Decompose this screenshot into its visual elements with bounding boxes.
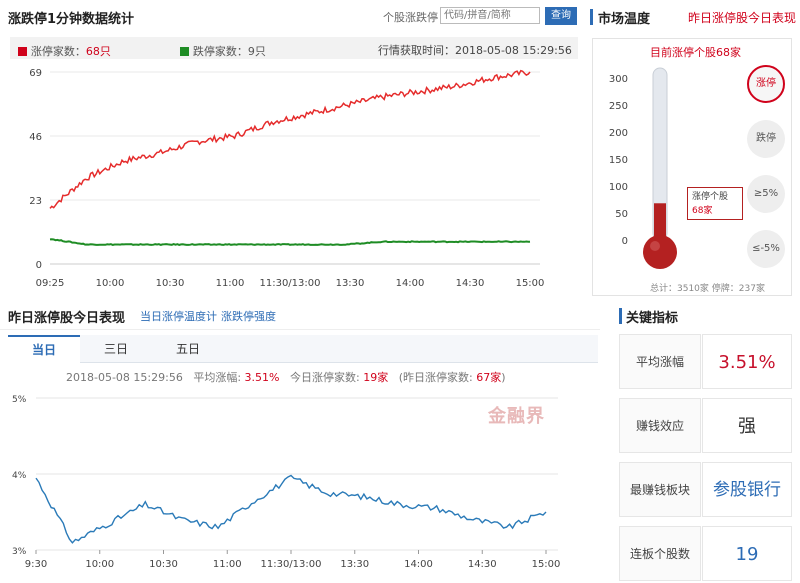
market-temp-title: 市场温度 bbox=[598, 12, 651, 27]
period-tabs: 当日 三日 五日 bbox=[8, 335, 598, 363]
tab-five-days[interactable]: 五日 bbox=[152, 335, 224, 363]
y-tick-label: 5% bbox=[12, 395, 27, 405]
stock-search-input[interactable] bbox=[440, 7, 540, 24]
thermometer-tick: 0 bbox=[622, 236, 628, 247]
x-tick-label: 11:30/13:00 bbox=[259, 278, 320, 289]
thermometer: 300 250 200 150 100 50 0 bbox=[609, 67, 677, 269]
y-tick-label: 46 bbox=[29, 132, 42, 143]
metric-value-best-sector[interactable]: 参股银行 bbox=[702, 462, 792, 517]
minute-panel-title: 涨跌停1分钟数据统计 bbox=[8, 12, 135, 27]
x-tick-label: 14:30 bbox=[468, 559, 497, 570]
x-tick-label: 14:30 bbox=[456, 278, 485, 289]
query-button[interactable]: 查询 bbox=[545, 7, 577, 25]
x-tick-label: 14:00 bbox=[404, 559, 433, 570]
thermometer-tick: 50 bbox=[615, 209, 628, 220]
market-total-footer: 总计：3510家 停牌：237家 bbox=[650, 284, 765, 294]
stock-search-label: 个股涨跌停 bbox=[383, 11, 438, 24]
x-tick-label: 14:00 bbox=[396, 278, 425, 289]
thermometer-tick: 200 bbox=[609, 128, 628, 139]
metric-label-avg-gain: 平均涨幅 bbox=[619, 334, 701, 389]
tooltip-line2: 68家 bbox=[692, 206, 713, 216]
series-line-up bbox=[49, 69, 531, 209]
legend-up-value: 68只 bbox=[85, 45, 111, 58]
x-tick-label: 13:30 bbox=[336, 278, 365, 289]
key-metrics-title: 关键指标 bbox=[626, 311, 679, 326]
summary-today-value: 19家 bbox=[363, 371, 389, 384]
x-tick-label: 15:00 bbox=[532, 559, 561, 570]
summary-prev-close: ) bbox=[501, 371, 506, 384]
thermometer-tick: 150 bbox=[609, 155, 628, 166]
legend-up: 涨停家数：68只 bbox=[18, 43, 111, 59]
thermometer-tooltip: 涨停个股 68家 bbox=[687, 187, 743, 220]
x-tick-label: 11:00 bbox=[213, 559, 242, 570]
x-tick-label: 10:00 bbox=[85, 559, 114, 570]
thermometer-subtitle: 目前涨停个股68家 bbox=[650, 46, 741, 59]
legend-down: 跌停家数：9只 bbox=[180, 43, 266, 59]
summary-prev-value: 67家 bbox=[476, 371, 502, 384]
filter-limit-down-button[interactable]: 跌停 bbox=[747, 120, 785, 158]
section-marker bbox=[590, 9, 593, 25]
thermometer-tick: 300 bbox=[609, 74, 628, 85]
summary-time: 2018-05-08 15:29:56 bbox=[66, 371, 183, 384]
summary-avg-value: 3.51% bbox=[244, 371, 280, 384]
legend-up-swatch bbox=[18, 47, 27, 56]
x-tick-label: 9:30 bbox=[25, 559, 47, 570]
x-tick-label: 10:00 bbox=[96, 278, 125, 289]
x-tick-label: 09:25 bbox=[36, 278, 65, 289]
minute-chart-legend: 涨停家数：68只 跌停家数：9只 行情获取时间：2018-05-08 15:29… bbox=[10, 37, 578, 59]
y-tick-label: 69 bbox=[29, 68, 42, 79]
yesterday-panel-title: 昨日涨停股今日表现 bbox=[8, 311, 126, 326]
y-tick-label: 23 bbox=[29, 196, 42, 207]
legend-down-swatch bbox=[180, 47, 189, 56]
thermometer-tick: 250 bbox=[609, 101, 628, 112]
metric-label-money-effect: 赚钱效应 bbox=[619, 398, 701, 453]
x-tick-label: 11:30/13:00 bbox=[260, 559, 321, 570]
legend-up-label: 涨停家数： bbox=[30, 45, 86, 58]
summary-avg-label: 平均涨幅: bbox=[193, 371, 242, 384]
thermometer-scale: 300 250 200 150 100 50 0 bbox=[609, 74, 628, 247]
filter-limit-up-button[interactable]: 涨停 bbox=[747, 65, 785, 103]
series-line-avg-gain bbox=[35, 474, 547, 544]
minute-chart: 0 23 46 69 09:25 10:00 10:30 11:00 11:30/13:00 13… bbox=[29, 68, 545, 289]
fetch-time: 行情获取时间：2018-05-08 15:29:56 bbox=[378, 44, 572, 57]
x-tick-label: 10:30 bbox=[156, 278, 185, 289]
thermometer-bulb bbox=[643, 235, 677, 269]
thermometer-bulb-highlight bbox=[650, 241, 660, 251]
x-tick-label: 11:00 bbox=[216, 278, 245, 289]
thermometer-tick: 100 bbox=[609, 182, 628, 193]
metric-value-streak-count[interactable]: 19 bbox=[702, 526, 792, 581]
x-tick-label: 15:00 bbox=[516, 278, 545, 289]
tooltip-line1: 涨停个股 bbox=[692, 192, 729, 202]
series-line-down bbox=[49, 238, 531, 246]
performance-summary: 2018-05-08 15:29:56 平均涨幅: 3.51% 今日涨停家数: … bbox=[66, 369, 506, 385]
yesterday-limit-up-link[interactable]: 昨日涨停股今日表现 bbox=[688, 9, 796, 26]
strength-link[interactable]: 涨跌停强度 bbox=[221, 308, 276, 324]
tab-today[interactable]: 当日 bbox=[8, 335, 80, 363]
summary-today-label: 今日涨停家数: bbox=[290, 371, 360, 384]
thermometer-link[interactable]: 当日涨停温度计 bbox=[140, 308, 217, 324]
filter-gain5-button[interactable]: ≥5% bbox=[747, 175, 785, 213]
filter-loss5-button[interactable]: ≤-5% bbox=[747, 230, 785, 268]
y-tick-label: 4% bbox=[12, 471, 27, 481]
metric-value-avg-gain: 3.51% bbox=[702, 334, 792, 389]
watermark-logo: 金融界 bbox=[488, 406, 545, 427]
x-tick-label: 13:30 bbox=[340, 559, 369, 570]
summary-prev-label: (昨日涨停家数: bbox=[398, 371, 473, 384]
metric-label-streak-count: 连板个股数 bbox=[619, 526, 701, 581]
section-marker bbox=[619, 308, 622, 324]
legend-down-label: 跌停家数： bbox=[192, 45, 248, 58]
metric-value-money-effect: 强 bbox=[702, 398, 792, 453]
legend-down-value: 9只 bbox=[247, 45, 266, 58]
y-tick-label: 0 bbox=[36, 260, 42, 271]
metric-label-best-sector: 最赚钱板块 bbox=[619, 462, 701, 517]
y-tick-label: 3% bbox=[12, 547, 27, 557]
tab-three-days[interactable]: 三日 bbox=[80, 335, 152, 363]
x-tick-label: 10:30 bbox=[149, 559, 178, 570]
